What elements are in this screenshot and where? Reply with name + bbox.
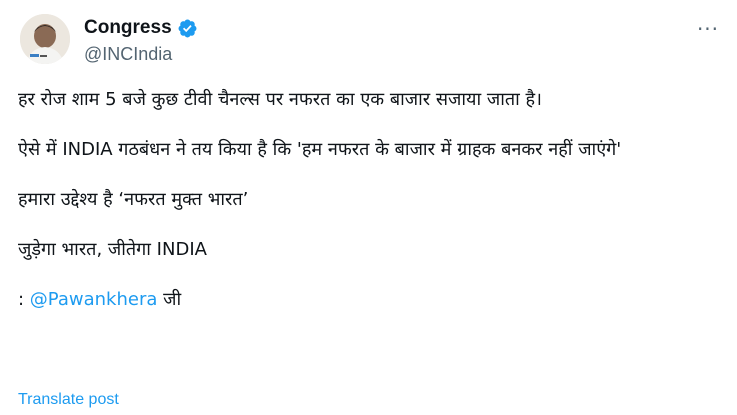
credit-prefix: : [18, 289, 30, 310]
author-display-name[interactable]: Congress [84, 16, 172, 40]
more-options-icon[interactable]: ··· [695, 16, 721, 42]
profile-photo-icon [20, 14, 70, 64]
avatar[interactable] [20, 14, 70, 64]
tweet-paragraph: हमारा उद्देश्य है ‘नफरत मुक्त भारत’ [18, 189, 249, 210]
author-handle[interactable]: @INCIndia [84, 43, 172, 65]
translate-post-link[interactable]: Translate post [18, 390, 119, 410]
tweet-text: हर रोज शाम 5 बजे कुछ टीवी चैनल्स पर नफरत… [18, 86, 708, 336]
author-name-row[interactable]: Congress [84, 16, 198, 40]
tweet-credit: : @Pawankhera जी [18, 286, 708, 313]
tweet-paragraph: ऐसे में INDIA गठबंधन ने तय किया है कि 'ह… [18, 139, 622, 160]
verified-badge-icon [178, 19, 197, 37]
tweet-paragraph: जुड़ेगा भारत, जीतेगा INDIA [18, 239, 207, 260]
credit-suffix: जी [157, 289, 182, 310]
tweet-card: Congress @INCIndia ··· हर रोज शाम 5 बजे … [0, 0, 737, 415]
tweet-paragraph: हर रोज शाम 5 बजे कुछ टीवी चैनल्स पर नफरत… [18, 89, 542, 110]
mention-link[interactable]: @Pawankhera [30, 289, 158, 310]
